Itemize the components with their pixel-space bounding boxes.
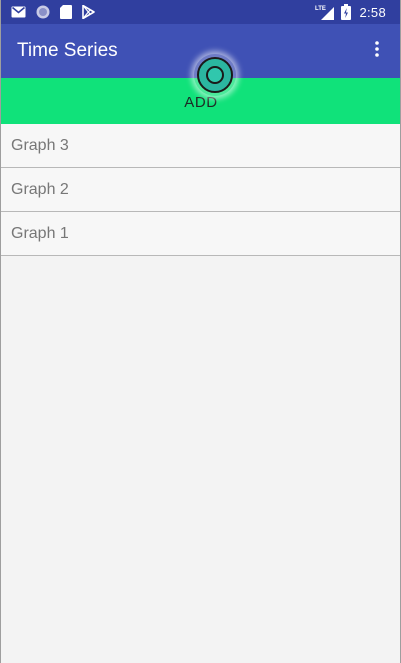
touch-core bbox=[206, 66, 224, 84]
circle-notification-icon bbox=[36, 5, 50, 19]
graph-list-item[interactable]: Graph 2 bbox=[1, 168, 400, 212]
graph-list-item[interactable]: Graph 1 bbox=[1, 212, 400, 256]
touch-ring bbox=[197, 57, 233, 93]
touch-indicator bbox=[194, 54, 236, 96]
graph-item-label: Graph 2 bbox=[11, 180, 69, 198]
graph-list-item[interactable]: Graph 3 bbox=[1, 124, 400, 168]
lte-signal-icon: LTE bbox=[315, 4, 335, 20]
graph-list: Graph 3 Graph 2 Graph 1 bbox=[1, 124, 400, 256]
graph-item-label: Graph 1 bbox=[11, 224, 69, 242]
play-store-icon bbox=[82, 5, 95, 19]
battery-icon bbox=[341, 4, 352, 20]
gmail-icon bbox=[11, 6, 26, 18]
app-screen: LTE 2:58 Time Series ADD Graph 3 Graph 2… bbox=[0, 0, 401, 663]
overflow-menu-button[interactable] bbox=[362, 36, 392, 66]
notification-icons bbox=[11, 4, 95, 20]
more-vert-icon bbox=[375, 40, 379, 62]
network-label: LTE bbox=[315, 6, 326, 12]
app-title: Time Series bbox=[17, 40, 118, 61]
sd-card-icon bbox=[60, 5, 72, 19]
status-clock: 2:58 bbox=[359, 4, 386, 20]
add-button-label: ADD bbox=[184, 93, 218, 111]
system-icons: LTE 2:58 bbox=[315, 3, 386, 21]
status-bar: LTE 2:58 bbox=[1, 0, 400, 24]
graph-item-label: Graph 3 bbox=[11, 136, 69, 154]
